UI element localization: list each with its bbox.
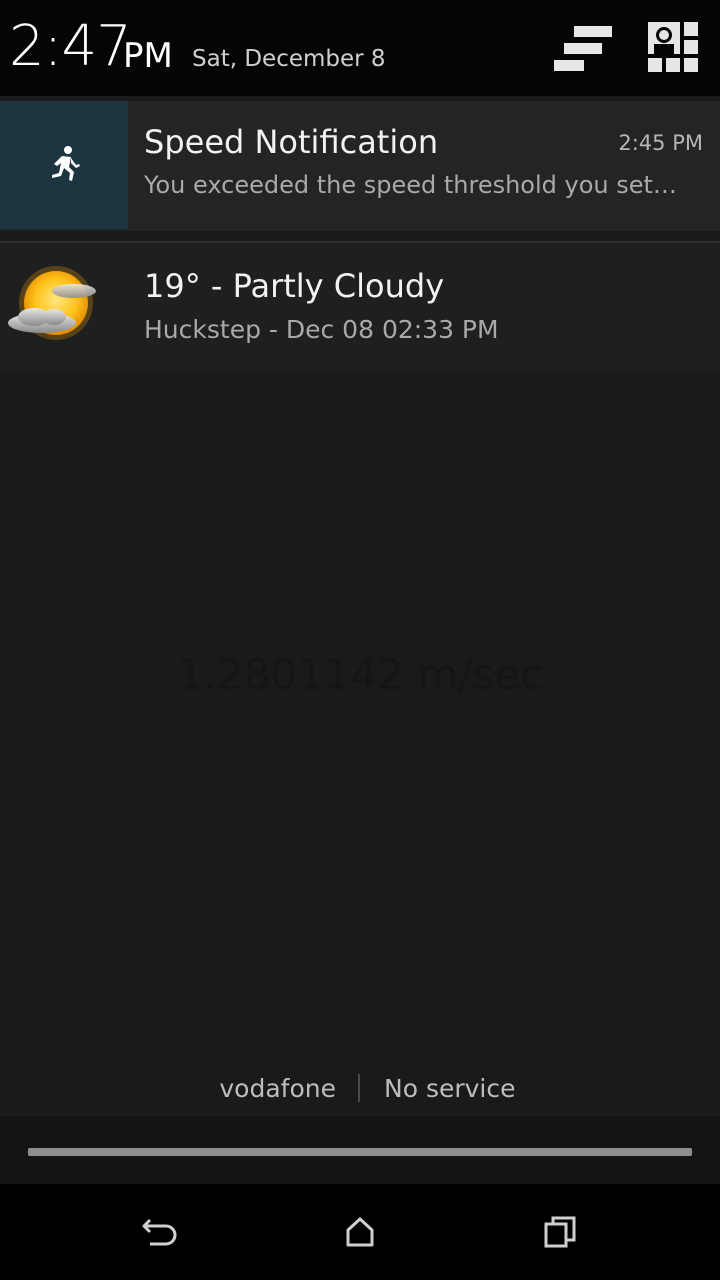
notification-title: Speed Notification xyxy=(144,123,439,161)
carrier-status: No service xyxy=(384,1074,516,1103)
background-speed-text: 1.2801142 m/sec xyxy=(176,650,544,699)
quick-settings-icon[interactable] xyxy=(550,20,614,76)
home-icon[interactable] xyxy=(336,1208,384,1256)
carrier-separator xyxy=(358,1074,360,1102)
notification-text: You exceeded the speed threshold you set… xyxy=(144,171,677,199)
user-profile-icon[interactable] xyxy=(642,20,706,76)
shade-handle[interactable] xyxy=(0,1116,720,1184)
partly-cloudy-icon xyxy=(2,261,102,351)
back-icon[interactable] xyxy=(136,1208,184,1256)
notification-shade: 1.2801142 m/sec 2:47 PM Sat, December 8 xyxy=(0,0,720,1280)
clock-ampm: PM xyxy=(123,36,173,76)
notification-title: 19° - Partly Cloudy xyxy=(144,267,445,305)
shade-handle-bar[interactable] xyxy=(28,1148,692,1156)
notification-list: Speed Notification 2:45 PM You exceeded … xyxy=(0,101,720,371)
clock-time: 2:47 xyxy=(9,14,132,79)
shade-header: 2:47 PM Sat, December 8 xyxy=(0,0,720,96)
notification-text: Huckstep - Dec 08 02:33 PM xyxy=(144,315,499,344)
notification-divider xyxy=(0,241,720,243)
weather-notification[interactable]: 19° - Partly Cloudy Huckstep - Dec 08 02… xyxy=(0,243,720,371)
carrier-row: vodafone No service xyxy=(0,1068,720,1112)
carrier-name: vodafone xyxy=(219,1074,336,1103)
speed-notification[interactable]: Speed Notification 2:45 PM You exceeded … xyxy=(0,101,720,231)
notification-time: 2:45 PM xyxy=(618,131,703,155)
clock-date[interactable]: Sat, December 8 xyxy=(192,46,386,72)
running-person-icon xyxy=(0,101,128,229)
navigation-bar xyxy=(0,1184,720,1280)
recents-icon[interactable] xyxy=(536,1208,584,1256)
